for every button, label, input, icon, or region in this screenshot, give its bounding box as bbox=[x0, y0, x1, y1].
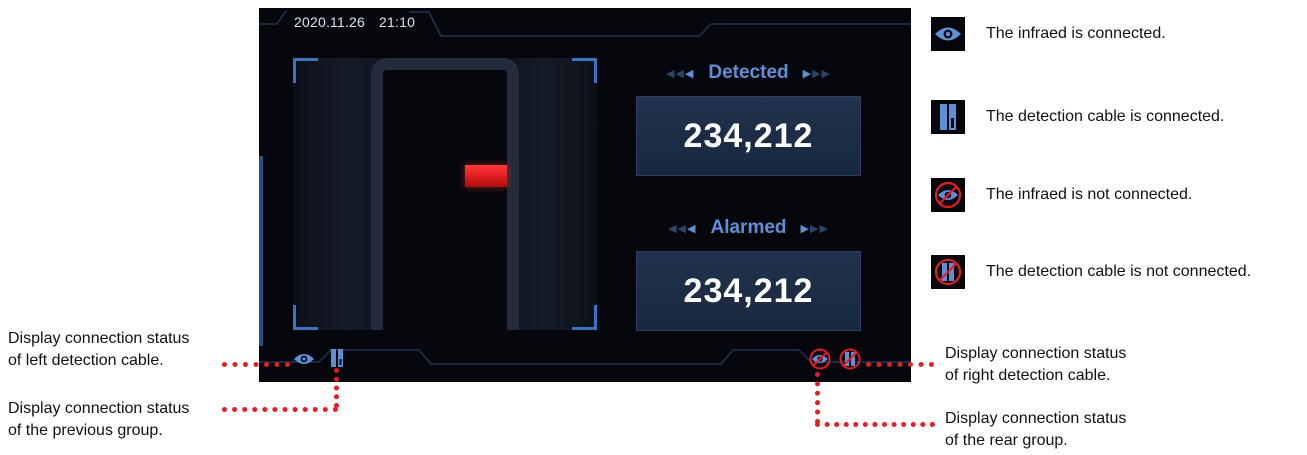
detected-header: ◀◀◀ Detected ▶▶▶ bbox=[636, 58, 861, 88]
detection-area bbox=[293, 58, 597, 330]
detection-cable-disconnected-icon bbox=[931, 255, 965, 289]
legend-text: The infraed is not connected. bbox=[986, 186, 1193, 203]
left-cable-status-icon bbox=[331, 349, 343, 367]
callout-line: of left detection cable. bbox=[8, 352, 164, 369]
date-text: 2020.11.26 bbox=[294, 14, 366, 30]
callout-rear-group: Display connection status of the rear gr… bbox=[945, 408, 1126, 452]
callout-previous-group: Display connection status of the previou… bbox=[8, 398, 189, 442]
legend-text: The detection cable is not connected. bbox=[986, 263, 1252, 280]
right-arrows-icon: ▶▶▶ bbox=[800, 222, 829, 235]
connector-dots bbox=[815, 422, 935, 427]
left-arrows-icon: ◀◀◀ bbox=[665, 67, 695, 80]
detected-value: 234,212 bbox=[636, 96, 861, 176]
connector-dots bbox=[222, 362, 290, 367]
connector-dots bbox=[334, 368, 339, 408]
left-infrared-status-icon bbox=[293, 351, 315, 367]
right-arrows-icon: ▶▶▶ bbox=[802, 67, 832, 80]
callout-line: Display connection status bbox=[945, 345, 1127, 362]
detected-counter: ◀◀◀ Detected ▶▶▶ 234,212 bbox=[636, 58, 861, 176]
rear-infrared-status-icon bbox=[809, 348, 831, 370]
alarmed-counter: ◀◀◀ Alarmed ▶▶▶ 234,212 bbox=[636, 213, 861, 331]
legend-item: The infraed is not connected. bbox=[931, 178, 1192, 212]
callout-left-cable: Display connection status of left detect… bbox=[8, 328, 189, 372]
left-arrows-icon: ◀◀◀ bbox=[668, 222, 697, 235]
alarm-zone-indicator bbox=[465, 165, 507, 187]
alarmed-label: Alarmed bbox=[710, 217, 787, 238]
datetime: 2020.11.26 21:10 bbox=[294, 14, 429, 30]
security-gate bbox=[371, 58, 519, 330]
legend-text: The detection cable is connected. bbox=[986, 108, 1225, 125]
time-text: 21:10 bbox=[379, 14, 416, 30]
infrared-connected-icon bbox=[931, 17, 965, 51]
legend-text: The infraed is connected. bbox=[986, 25, 1166, 42]
right-cable-status-icon bbox=[839, 348, 861, 370]
detection-cable-connected-icon bbox=[931, 100, 965, 134]
alarmed-value: 234,212 bbox=[636, 251, 861, 331]
corner-bracket bbox=[572, 305, 597, 330]
callout-line: of right detection cable. bbox=[945, 367, 1111, 384]
corner-bracket bbox=[293, 58, 318, 83]
left-accent-bar bbox=[259, 156, 263, 346]
legend-item: The infraed is connected. bbox=[931, 17, 1166, 51]
legend-item: The detection cable is connected. bbox=[931, 100, 1224, 134]
alarmed-header: ◀◀◀ Alarmed ▶▶▶ bbox=[636, 213, 861, 243]
device-screen: 2020.11.26 21:10 ◀◀◀ Detected ▶▶▶ 234,212… bbox=[259, 8, 911, 382]
callout-right-cable: Display connection status of right detec… bbox=[945, 343, 1126, 387]
callout-line: of the previous group. bbox=[8, 422, 163, 439]
callout-line: Display connection status bbox=[945, 410, 1127, 427]
callout-line: Display connection status bbox=[8, 330, 190, 347]
legend-item: The detection cable is not connected. bbox=[931, 255, 1251, 289]
infrared-disconnected-icon bbox=[931, 178, 965, 212]
callout-line: of the rear group. bbox=[945, 432, 1068, 449]
corner-bracket bbox=[293, 305, 318, 330]
corner-bracket bbox=[572, 58, 597, 83]
connector-dots bbox=[222, 407, 338, 412]
connector-dots bbox=[815, 372, 820, 424]
connector-dots bbox=[866, 362, 934, 367]
detected-label: Detected bbox=[708, 62, 789, 83]
callout-line: Display connection status bbox=[8, 400, 190, 417]
